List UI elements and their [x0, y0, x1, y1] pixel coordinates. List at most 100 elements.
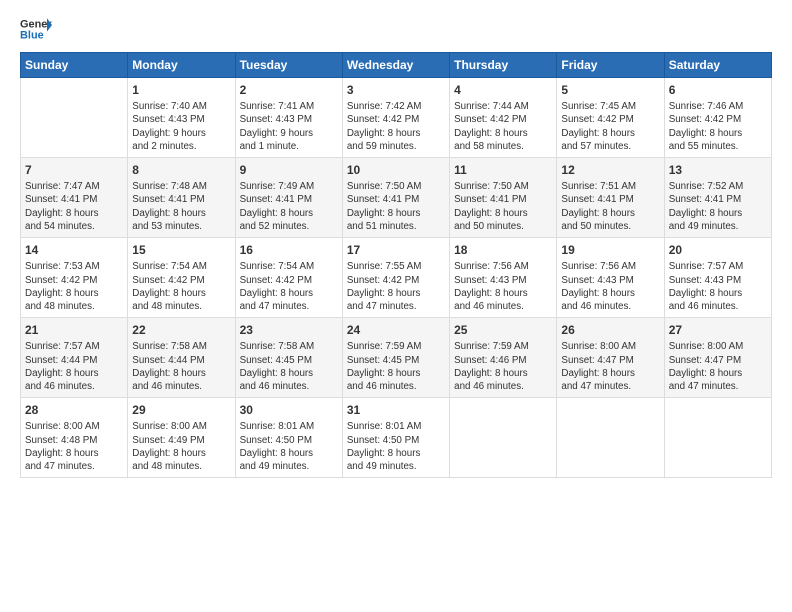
day-number: 5 [561, 82, 659, 98]
logo-icon: GeneralBlue [20, 16, 52, 44]
calendar-cell: 27 Sunrise: 8:00 AMSunset: 4:47 PMDayligh… [664, 318, 771, 398]
calendar-cell: 3 Sunrise: 7:42 AMSunset: 4:42 PMDaylight… [342, 78, 449, 158]
calendar-cell: 14 Sunrise: 7:53 AMSunset: 4:42 PMDayligh… [21, 238, 128, 318]
day-number: 24 [347, 322, 445, 338]
day-number: 18 [454, 242, 552, 258]
calendar-cell: 17Sunrise: 7:55 AMSunset: 4:42 PMDayligh… [342, 238, 449, 318]
day-info: Sunrise: 7:50 AMSunset: 4:41 PMDaylight:… [454, 180, 552, 233]
calendar-cell: 29Sunrise: 8:00 AMSunset: 4:49 PMDayligh… [128, 398, 235, 478]
day-info: Sunrise: 7:45 AMSunset: 4:42 PMDaylight:… [561, 100, 659, 153]
day-number: 8 [132, 162, 230, 178]
calendar-cell: 21Sunrise: 7:57 AMSunset: 4:44 PMDayligh… [21, 318, 128, 398]
calendar-week: 21Sunrise: 7:57 AMSunset: 4:44 PMDayligh… [21, 318, 772, 398]
day-info: Sunrise: 7:56 AMSunset: 4:43 PMDaylight:… [454, 260, 552, 313]
svg-text:Blue: Blue [20, 29, 44, 41]
day-info: Sunrise: 7:58 AMSunset: 4:44 PMDaylight:… [132, 340, 230, 393]
day-number: 19 [561, 242, 659, 258]
header-day: Friday [557, 53, 664, 78]
calendar-cell: 7 Sunrise: 7:47 AMSunset: 4:41 PMDaylight… [21, 158, 128, 238]
calendar-week: 14 Sunrise: 7:53 AMSunset: 4:42 PMDayligh… [21, 238, 772, 318]
day-number: 12 [561, 162, 659, 178]
calendar-cell: 9 Sunrise: 7:49 AMSunset: 4:41 PMDaylight… [235, 158, 342, 238]
day-number: 9 [240, 162, 338, 178]
day-info: Sunrise: 8:00 AMSunset: 4:48 PMDaylight:… [25, 420, 123, 473]
day-info: Sunrise: 7:41 AMSunset: 4:43 PMDaylight:… [240, 100, 338, 153]
calendar-cell [557, 398, 664, 478]
day-info: Sunrise: 7:51 AMSunset: 4:41 PMDaylight:… [561, 180, 659, 233]
day-info: Sunrise: 7:59 AMSunset: 4:46 PMDaylight:… [454, 340, 552, 393]
calendar-cell: 31 Sunrise: 8:01 AMSunset: 4:50 PMDayligh… [342, 398, 449, 478]
header-day: Thursday [450, 53, 557, 78]
day-number: 28 [25, 402, 123, 418]
day-info: Sunrise: 8:00 AMSunset: 4:47 PMDaylight:… [669, 340, 767, 393]
day-number: 23 [240, 322, 338, 338]
calendar-cell: 28 Sunrise: 8:00 AMSunset: 4:48 PMDayligh… [21, 398, 128, 478]
day-info: Sunrise: 7:42 AMSunset: 4:42 PMDaylight:… [347, 100, 445, 153]
calendar-cell: 15 Sunrise: 7:54 AMSunset: 4:42 PMDayligh… [128, 238, 235, 318]
day-info: Sunrise: 7:52 AMSunset: 4:41 PMDaylight:… [669, 180, 767, 233]
day-number: 21 [25, 322, 123, 338]
calendar-cell: 20Sunrise: 7:57 AMSunset: 4:43 PMDayligh… [664, 238, 771, 318]
header-day: Saturday [664, 53, 771, 78]
day-number: 11 [454, 162, 552, 178]
calendar-cell: 18 Sunrise: 7:56 AMSunset: 4:43 PMDayligh… [450, 238, 557, 318]
day-info: Sunrise: 7:54 AMSunset: 4:42 PMDaylight:… [240, 260, 338, 313]
day-info: Sunrise: 8:01 AMSunset: 4:50 PMDaylight:… [347, 420, 445, 473]
calendar-cell: 2Sunrise: 7:41 AMSunset: 4:43 PMDaylight… [235, 78, 342, 158]
header-day: Sunday [21, 53, 128, 78]
day-number: 31 [347, 402, 445, 418]
calendar-cell: 23Sunrise: 7:58 AMSunset: 4:45 PMDayligh… [235, 318, 342, 398]
day-info: Sunrise: 7:57 AMSunset: 4:43 PMDaylight:… [669, 260, 767, 313]
calendar-cell [450, 398, 557, 478]
day-number: 17 [347, 242, 445, 258]
day-number: 3 [347, 82, 445, 98]
calendar-cell: 5 Sunrise: 7:45 AMSunset: 4:42 PMDaylight… [557, 78, 664, 158]
day-info: Sunrise: 7:48 AMSunset: 4:41 PMDaylight:… [132, 180, 230, 233]
calendar-cell: 10 Sunrise: 7:50 AMSunset: 4:41 PMDayligh… [342, 158, 449, 238]
day-info: Sunrise: 7:56 AMSunset: 4:43 PMDaylight:… [561, 260, 659, 313]
calendar-cell [21, 78, 128, 158]
day-info: Sunrise: 7:47 AMSunset: 4:41 PMDaylight:… [25, 180, 123, 233]
calendar-cell [664, 398, 771, 478]
day-info: Sunrise: 7:49 AMSunset: 4:41 PMDaylight:… [240, 180, 338, 233]
logo: GeneralBlue [20, 16, 52, 44]
header-day: Wednesday [342, 53, 449, 78]
calendar-cell: 13 Sunrise: 7:52 AMSunset: 4:41 PMDayligh… [664, 158, 771, 238]
day-info: Sunrise: 7:40 AMSunset: 4:43 PMDaylight:… [132, 100, 230, 153]
day-info: Sunrise: 8:00 AMSunset: 4:47 PMDaylight:… [561, 340, 659, 393]
calendar-week: 1 Sunrise: 7:40 AMSunset: 4:43 PMDaylight… [21, 78, 772, 158]
day-info: Sunrise: 7:59 AMSunset: 4:45 PMDaylight:… [347, 340, 445, 393]
day-number: 25 [454, 322, 552, 338]
calendar-cell: 26Sunrise: 8:00 AMSunset: 4:47 PMDayligh… [557, 318, 664, 398]
day-number: 15 [132, 242, 230, 258]
day-number: 10 [347, 162, 445, 178]
header-row: SundayMondayTuesdayWednesdayThursdayFrid… [21, 53, 772, 78]
day-info: Sunrise: 7:50 AMSunset: 4:41 PMDaylight:… [347, 180, 445, 233]
day-number: 29 [132, 402, 230, 418]
day-number: 1 [132, 82, 230, 98]
calendar-table: SundayMondayTuesdayWednesdayThursdayFrid… [20, 52, 772, 478]
header-day: Tuesday [235, 53, 342, 78]
day-number: 30 [240, 402, 338, 418]
day-number: 14 [25, 242, 123, 258]
day-number: 13 [669, 162, 767, 178]
calendar-cell: 12 Sunrise: 7:51 AMSunset: 4:41 PMDayligh… [557, 158, 664, 238]
calendar-cell: 8 Sunrise: 7:48 AMSunset: 4:41 PMDaylight… [128, 158, 235, 238]
calendar-week: 7 Sunrise: 7:47 AMSunset: 4:41 PMDaylight… [21, 158, 772, 238]
day-number: 16 [240, 242, 338, 258]
day-number: 6 [669, 82, 767, 98]
calendar-cell: 24 Sunrise: 7:59 AMSunset: 4:45 PMDayligh… [342, 318, 449, 398]
day-number: 4 [454, 82, 552, 98]
day-info: Sunrise: 7:53 AMSunset: 4:42 PMDaylight:… [25, 260, 123, 313]
calendar-cell: 25 Sunrise: 7:59 AMSunset: 4:46 PMDayligh… [450, 318, 557, 398]
day-number: 22 [132, 322, 230, 338]
day-info: Sunrise: 7:46 AMSunset: 4:42 PMDaylight:… [669, 100, 767, 153]
day-number: 7 [25, 162, 123, 178]
calendar-cell: 22 Sunrise: 7:58 AMSunset: 4:44 PMDayligh… [128, 318, 235, 398]
day-number: 27 [669, 322, 767, 338]
calendar-cell: 11 Sunrise: 7:50 AMSunset: 4:41 PMDayligh… [450, 158, 557, 238]
page-header: GeneralBlue [20, 16, 772, 44]
calendar-week: 28 Sunrise: 8:00 AMSunset: 4:48 PMDayligh… [21, 398, 772, 478]
day-info: Sunrise: 7:44 AMSunset: 4:42 PMDaylight:… [454, 100, 552, 153]
day-info: Sunrise: 7:54 AMSunset: 4:42 PMDaylight:… [132, 260, 230, 313]
